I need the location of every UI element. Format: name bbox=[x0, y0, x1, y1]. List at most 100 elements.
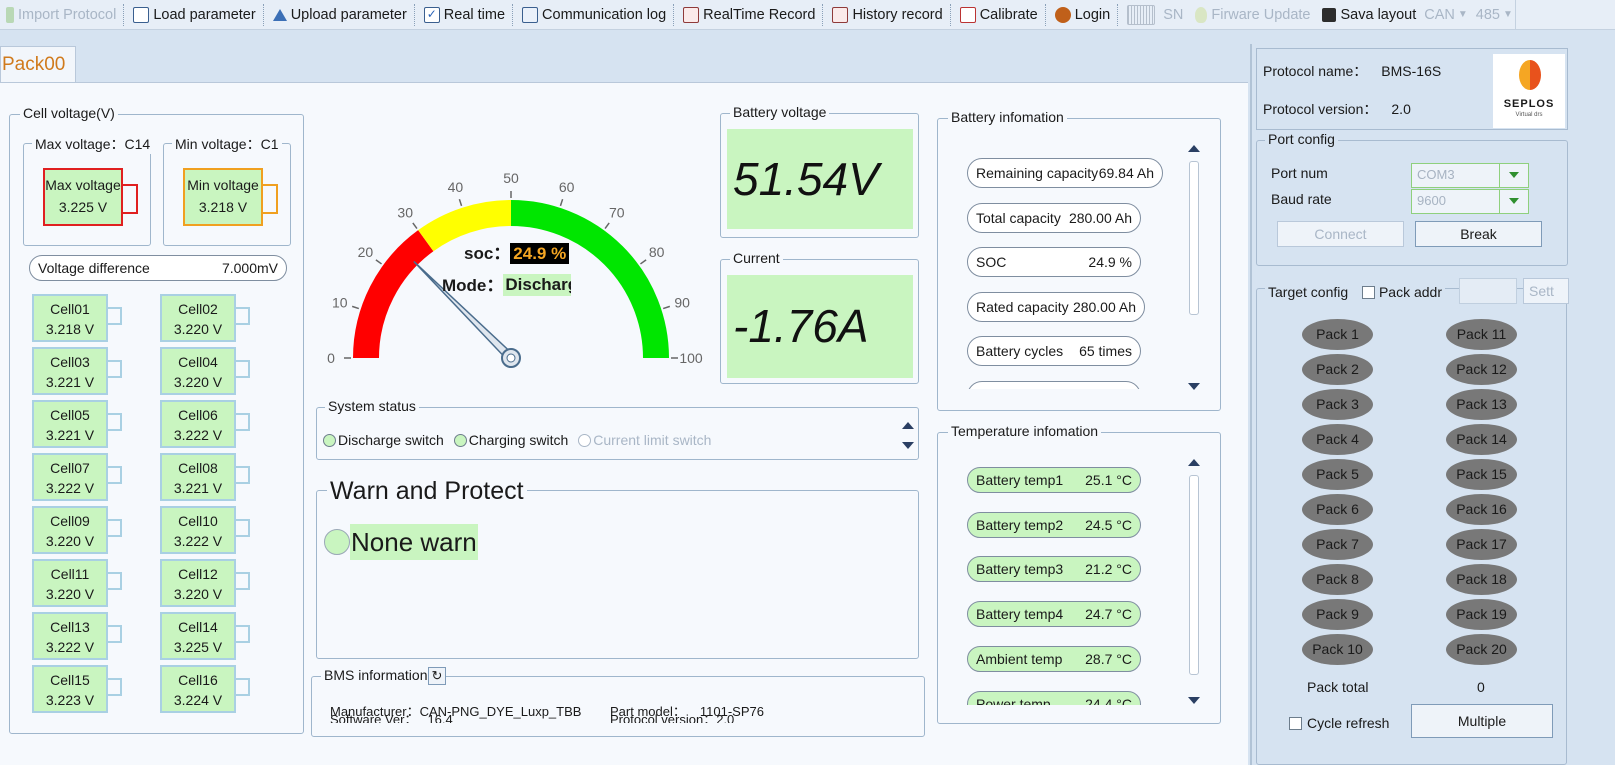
calibrate-button[interactable]: Calibrate bbox=[954, 0, 1044, 30]
gauge-tick-label: 80 bbox=[649, 244, 665, 260]
pack-button[interactable]: Pack 5 bbox=[1302, 459, 1373, 490]
cell-item: Cell06 3.222 V bbox=[160, 400, 254, 448]
toolbar-separator bbox=[822, 3, 825, 26]
baud-rate-select[interactable]: 9600 bbox=[1411, 189, 1529, 214]
temperature-item: Battery temp4 24.7 °C bbox=[967, 601, 1141, 628]
scroll-thumb[interactable] bbox=[1189, 161, 1199, 315]
min-voltage-label: Min voltage bbox=[187, 177, 259, 193]
pack-button[interactable]: Pack 7 bbox=[1302, 529, 1373, 560]
can-dropdown[interactable]: CAN ▼ bbox=[1422, 0, 1470, 30]
cell-nub bbox=[108, 519, 122, 537]
can-value-dropdown[interactable]: 485 ▼ bbox=[1470, 0, 1516, 30]
seplos-logo-text: SEPLOS bbox=[1503, 98, 1555, 110]
toolbar-separator bbox=[673, 3, 676, 26]
pack-button[interactable]: Pack 14 bbox=[1446, 424, 1517, 455]
pack-button[interactable]: Pack 9 bbox=[1302, 599, 1373, 630]
pack-button[interactable]: Pack 10 bbox=[1302, 634, 1373, 665]
protocol-name-label: Protocol name： bbox=[1263, 63, 1368, 79]
pack-button[interactable]: Pack 11 bbox=[1446, 319, 1517, 350]
temperature-value: 24.7 °C bbox=[1085, 606, 1132, 623]
pack-button[interactable]: Pack 20 bbox=[1446, 634, 1517, 665]
scroll-up-icon[interactable] bbox=[902, 422, 914, 429]
sn-button[interactable]: SN bbox=[1121, 0, 1189, 30]
temperature-scrollbar[interactable] bbox=[1185, 455, 1203, 707]
battery-info-scrollbar[interactable] bbox=[1185, 141, 1203, 393]
toolbar-separator bbox=[512, 3, 515, 26]
communication-log-button[interactable]: Communication log bbox=[516, 0, 672, 30]
cell-value: 3.222 V bbox=[173, 533, 223, 549]
realtime-record-button[interactable]: RealTime Record bbox=[677, 0, 821, 30]
pack-button[interactable]: Pack 13 bbox=[1446, 389, 1517, 420]
pack-button[interactable]: Pack 8 bbox=[1302, 564, 1373, 595]
cell-value: 3.222 V bbox=[45, 480, 95, 496]
break-button[interactable]: Break bbox=[1415, 221, 1542, 247]
save-icon bbox=[1322, 7, 1337, 22]
pack-button[interactable]: Pack 4 bbox=[1302, 424, 1373, 455]
set-button[interactable]: Sett bbox=[1523, 278, 1569, 304]
import-protocol-button[interactable]: Import Protocol bbox=[0, 0, 122, 30]
cell-name: Cell09 bbox=[50, 513, 90, 529]
cell-item: Cell09 3.220 V bbox=[32, 506, 126, 554]
port-config-title: Port config bbox=[1265, 131, 1338, 147]
current-title: Current bbox=[730, 250, 783, 266]
scroll-thumb[interactable] bbox=[1189, 475, 1199, 675]
toolbar-separator bbox=[1117, 3, 1120, 26]
pack-button[interactable]: Pack 16 bbox=[1446, 494, 1517, 525]
user-icon bbox=[1054, 6, 1071, 23]
login-label: Login bbox=[1074, 6, 1111, 23]
max-voltage-group: Max voltage：C14 Max voltage 3.225 V bbox=[23, 134, 154, 246]
connect-button[interactable]: Connect bbox=[1277, 221, 1404, 247]
cell-body: Cell09 3.220 V bbox=[32, 506, 108, 554]
cell-value: 3.222 V bbox=[45, 639, 95, 655]
pack-addr-checkbox[interactable] bbox=[1362, 286, 1376, 299]
pack-button[interactable]: Pack 3 bbox=[1302, 389, 1373, 420]
scroll-down-icon[interactable] bbox=[1188, 383, 1200, 390]
scroll-down-icon[interactable] bbox=[1188, 697, 1200, 704]
cell-nub bbox=[108, 307, 122, 325]
load-parameter-button[interactable]: Load parameter bbox=[127, 0, 261, 30]
battery-info-label: Battery cycles bbox=[976, 343, 1064, 359]
firmware-update-button[interactable]: Firware Update bbox=[1189, 0, 1316, 30]
protocol-version-info-row: Protocol version： 2.0 bbox=[1263, 99, 1411, 119]
cell-nub bbox=[236, 466, 250, 484]
upload-parameter-button[interactable]: Upload parameter bbox=[267, 0, 413, 30]
cell-value: 3.224 V bbox=[173, 692, 223, 708]
cell-nub bbox=[236, 307, 250, 325]
cell-item: Cell15 3.223 V bbox=[32, 665, 126, 713]
login-button[interactable]: Login bbox=[1049, 0, 1116, 30]
pack-button[interactable]: Pack 6 bbox=[1302, 494, 1373, 525]
multiple-button[interactable]: Multiple bbox=[1411, 704, 1553, 738]
cycle-refresh-checkbox[interactable] bbox=[1289, 717, 1302, 730]
real-time-button[interactable]: ✓ Real time bbox=[418, 0, 511, 30]
scroll-down-icon[interactable] bbox=[902, 442, 914, 449]
seplos-logo-subtext: Virtual drs bbox=[1515, 112, 1543, 118]
refresh-icon[interactable]: ↻ bbox=[428, 667, 446, 685]
cell-value: 3.220 V bbox=[45, 533, 95, 549]
battery-info-value: 65 times bbox=[1079, 343, 1132, 359]
pack-button[interactable]: Pack 18 bbox=[1446, 564, 1517, 595]
cell-value: 3.221 V bbox=[45, 427, 95, 443]
temperature-value: 28.7 °C bbox=[1085, 650, 1132, 667]
tab-pack00[interactable]: Pack00 bbox=[0, 46, 76, 82]
pack-button[interactable]: Pack 17 bbox=[1446, 529, 1517, 560]
history-record-button[interactable]: History record bbox=[826, 0, 948, 30]
pack-button[interactable]: Pack 19 bbox=[1446, 599, 1517, 630]
pack-addr-input[interactable] bbox=[1459, 278, 1517, 304]
cell-body: Cell14 3.225 V bbox=[160, 612, 236, 660]
cell-item: Cell13 3.222 V bbox=[32, 612, 126, 660]
min-voltage-group: Min voltage：C1 Min voltage 3.218 V bbox=[163, 134, 291, 246]
cycle-refresh-option[interactable]: Cycle refresh bbox=[1289, 715, 1389, 731]
pack-button[interactable]: Pack 2 bbox=[1302, 354, 1373, 385]
scroll-up-icon[interactable] bbox=[1188, 459, 1200, 466]
scroll-up-icon[interactable] bbox=[1188, 145, 1200, 152]
gauge-tick-label: 30 bbox=[397, 204, 413, 220]
pack-button[interactable]: Pack 12 bbox=[1446, 354, 1517, 385]
battery-info-item: Remaining capacity 69.84 Ah bbox=[967, 158, 1163, 188]
port-num-select[interactable]: COM3 bbox=[1411, 163, 1529, 188]
pack-button[interactable]: Pack 1 bbox=[1302, 319, 1373, 350]
pack-button[interactable]: Pack 15 bbox=[1446, 459, 1517, 490]
max-voltage-battery: Max voltage 3.225 V bbox=[43, 168, 123, 226]
system-status-scrollbar[interactable] bbox=[899, 416, 917, 456]
battery-info-list: Remaining capacity 69.84 Ah Total capacity… bbox=[938, 139, 1188, 389]
save-layout-button[interactable]: Sava layout bbox=[1316, 0, 1422, 30]
